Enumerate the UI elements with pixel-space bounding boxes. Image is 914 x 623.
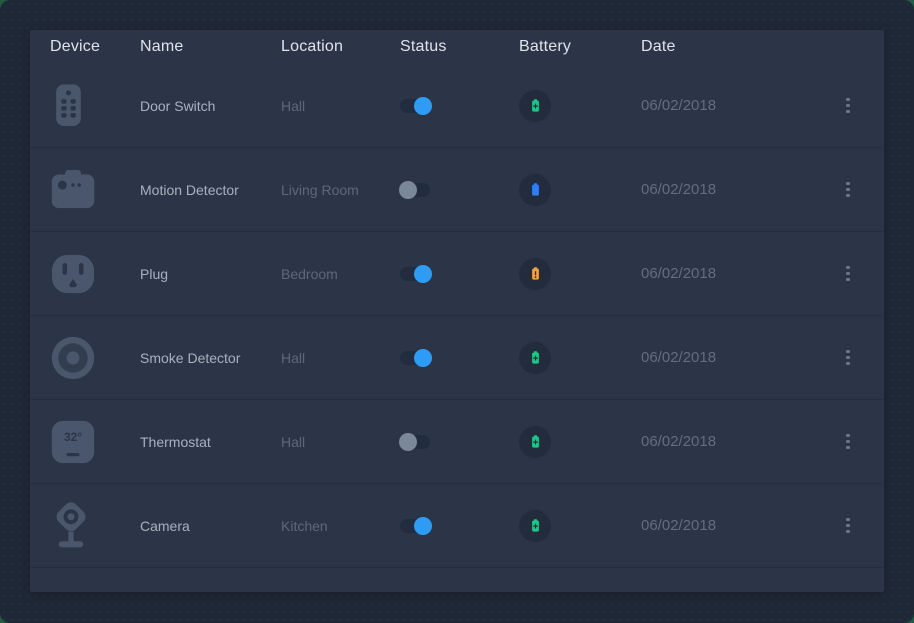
device-location: Bedroom: [281, 266, 400, 282]
app-background: Device Name Location Status Battery Date…: [0, 0, 914, 623]
device-table-card: Device Name Location Status Battery Date…: [30, 30, 884, 592]
status-toggle[interactable]: [400, 435, 430, 449]
thermostat-icon: 32°: [50, 419, 96, 465]
door-switch-icon: [50, 82, 87, 130]
device-location: Hall: [281, 350, 400, 366]
device-location: Hall: [281, 434, 400, 450]
table-row: Motion Detector Living Room: [30, 148, 884, 232]
toggle-knob: [414, 517, 432, 535]
device-location: Hall: [281, 98, 400, 114]
table-header-row: Device Name Location Status Battery Date: [30, 30, 884, 64]
kebab-menu-icon[interactable]: [838, 92, 858, 120]
toggle-knob: [399, 433, 417, 451]
plug-icon: [50, 253, 96, 295]
table-row: Plug Bedroom 06: [30, 232, 884, 316]
column-header-name: Name: [140, 38, 281, 56]
status-toggle[interactable]: [400, 351, 430, 365]
table-row: 32° Thermostat Hall: [30, 400, 884, 484]
battery-status-icon: [519, 90, 551, 122]
column-header-device: Device: [50, 38, 140, 56]
battery-status-icon: [519, 426, 551, 458]
device-date: 06/02/2018: [641, 433, 838, 450]
column-header-date: Date: [641, 38, 838, 56]
battery-status-icon: [519, 258, 551, 290]
status-toggle[interactable]: [400, 519, 430, 533]
table-footer-space: [30, 568, 884, 595]
device-date: 06/02/2018: [641, 349, 838, 366]
toggle-knob: [414, 265, 432, 283]
battery-status-icon: [519, 174, 551, 206]
kebab-menu-icon[interactable]: [838, 344, 858, 372]
kebab-menu-icon[interactable]: [838, 428, 858, 456]
device-name: Thermostat: [140, 434, 281, 450]
device-location: Living Room: [281, 182, 400, 198]
column-header-status: Status: [400, 38, 519, 56]
column-header-location: Location: [281, 38, 400, 56]
device-date: 06/02/2018: [641, 517, 838, 534]
kebab-menu-icon[interactable]: [838, 176, 858, 204]
toggle-knob: [414, 349, 432, 367]
table-row: Camera Kitchen: [30, 484, 884, 568]
smoke-detector-icon: [50, 335, 96, 381]
camera-icon: [50, 499, 92, 552]
table-row: Door Switch Hall: [30, 64, 884, 148]
device-name: Motion Detector: [140, 182, 281, 198]
kebab-menu-icon[interactable]: [838, 260, 858, 288]
svg-text:32°: 32°: [64, 430, 82, 444]
device-location: Kitchen: [281, 518, 400, 534]
device-name: Plug: [140, 266, 281, 282]
battery-status-icon: [519, 510, 551, 542]
status-toggle[interactable]: [400, 183, 430, 197]
device-date: 06/02/2018: [641, 97, 838, 114]
column-header-battery: Battery: [519, 38, 641, 56]
status-toggle[interactable]: [400, 267, 430, 281]
kebab-menu-icon[interactable]: [838, 512, 858, 540]
device-name: Camera: [140, 518, 281, 534]
motion-detector-icon: [50, 169, 96, 210]
table-row: Smoke Detector Hall: [30, 316, 884, 400]
device-name: Smoke Detector: [140, 350, 281, 366]
status-toggle[interactable]: [400, 99, 430, 113]
toggle-knob: [414, 97, 432, 115]
toggle-knob: [399, 181, 417, 199]
table-body: Door Switch Hall: [30, 64, 884, 568]
battery-status-icon: [519, 342, 551, 374]
device-name: Door Switch: [140, 98, 281, 114]
device-date: 06/02/2018: [641, 265, 838, 282]
device-date: 06/02/2018: [641, 181, 838, 198]
